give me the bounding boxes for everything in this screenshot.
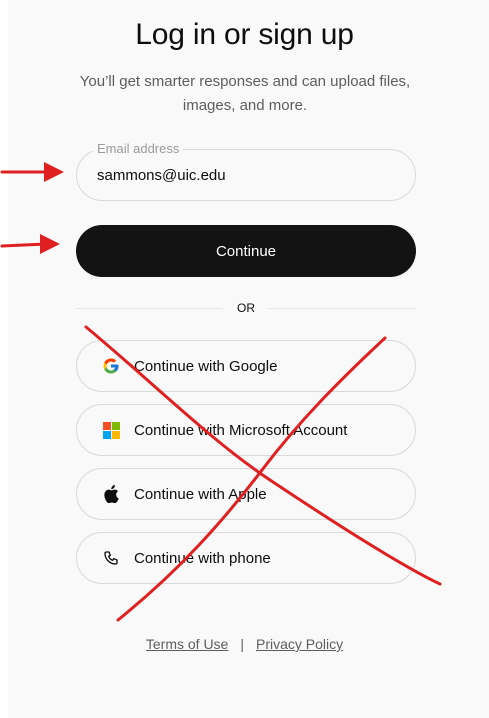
continue-with-microsoft-button[interactable]: Continue with Microsoft Account <box>76 404 416 456</box>
divider-line-right <box>269 307 416 309</box>
email-field-label: Email address <box>93 141 184 157</box>
continue-with-google-button[interactable]: Continue with Google <box>76 340 416 392</box>
microsoft-button-label: Continue with Microsoft Account <box>134 421 348 439</box>
footer-separator: | <box>240 636 244 652</box>
page-title: Log in or sign up <box>135 18 354 51</box>
continue-button[interactable]: Continue <box>76 225 416 277</box>
page-subtitle: You’ll get smarter responses and can upl… <box>79 73 411 114</box>
privacy-policy-link[interactable]: Privacy Policy <box>256 636 343 652</box>
continue-with-phone-button[interactable]: Continue with phone <box>76 532 416 584</box>
divider-line-left <box>76 307 223 309</box>
continue-with-apple-button[interactable]: Continue with Apple <box>76 468 416 520</box>
apple-button-label: Continue with Apple <box>134 485 267 503</box>
divider-label: OR <box>237 301 255 315</box>
email-field[interactable] <box>97 150 397 200</box>
microsoft-icon <box>101 420 121 440</box>
phone-icon <box>101 548 121 568</box>
terms-of-use-link[interactable]: Terms of Use <box>146 636 228 652</box>
apple-icon <box>101 484 121 504</box>
google-button-label: Continue with Google <box>134 357 278 375</box>
or-divider: OR <box>76 298 416 318</box>
phone-button-label: Continue with phone <box>134 549 271 567</box>
google-icon <box>101 356 121 376</box>
footer-links: Terms of Use | Privacy Policy <box>0 636 489 652</box>
